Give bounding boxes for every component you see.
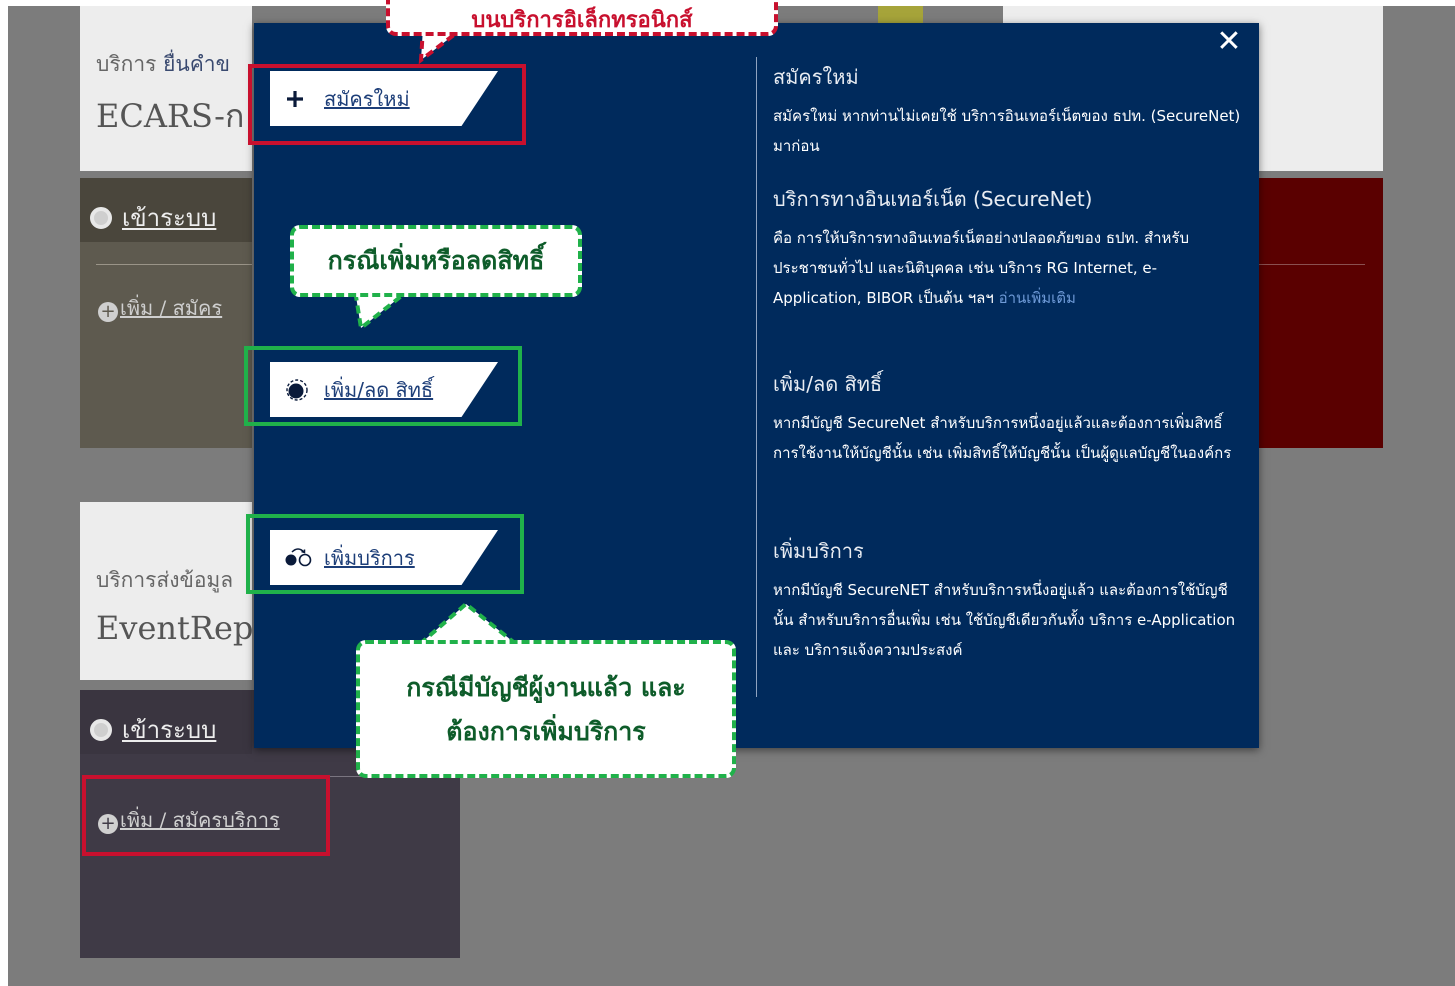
description-title: เพิ่มบริการ	[773, 539, 864, 563]
highlight-modify-rights	[244, 346, 522, 426]
card-subtitle-highlight: ยื่นคำข	[163, 52, 230, 76]
description-text: หากมีบัญชี SecureNET สำหรับบริการหนึ่งอย…	[773, 581, 1236, 659]
read-more-link[interactable]: อ่านเพิ่มเติม	[999, 289, 1076, 307]
callout-modify-rights: กรณีเพิ่มหรือลดสิทธิ์	[290, 225, 582, 297]
description-rights: เพิ่ม/ลด สิทธิ์ หากมีบัญชี SecureNet สำห…	[773, 368, 1243, 468]
description-securenet: บริการทางอินเทอร์เน็ต (SecureNet) คือ กา…	[773, 183, 1243, 313]
card-subtitle: บริการส่งข้อมูล	[96, 568, 234, 592]
service-card-eventreport: บริการส่งข้อมูล EventRep	[80, 502, 254, 680]
highlight-new-registration	[248, 64, 526, 145]
description-title: เพิ่ม/ลด สิทธิ์	[773, 372, 883, 396]
panel-header: เข้าระบบ	[80, 178, 252, 242]
divider	[1253, 264, 1365, 265]
login-link[interactable]: เข้าระบบ	[122, 716, 216, 744]
callout-line-1: กรณีมีบัญชีผู้งานแล้ว และ	[406, 673, 686, 702]
service-panel-ecars: เข้าระบบ + เพิ่ม / สมัคร	[80, 178, 252, 448]
description-title: บริการทางอินเทอร์เน็ต (SecureNet)	[773, 187, 1093, 211]
description-title: สมัครใหม่	[773, 65, 859, 89]
description-service: เพิ่มบริการ หากมีบัญชี SecureNET สำหรับบ…	[773, 535, 1243, 665]
login-link[interactable]: เข้าระบบ	[122, 204, 216, 232]
description-text: หากมีบัญชี SecureNet สำหรับบริการหนึ่งอย…	[773, 414, 1232, 462]
modal-divider	[756, 57, 757, 697]
callout-red: บนบริการอิเล็กทรอนิกส์	[386, 0, 778, 36]
description-new: สมัครใหม่ สมัครใหม่ หากท่านไม่เคยใช้ บริ…	[773, 61, 1243, 161]
plus-circle-icon: +	[98, 302, 118, 322]
service-card-ecars: บริการ ยื่นคำข ECARS-ก	[80, 6, 252, 171]
close-icon[interactable]: ✕	[1214, 27, 1244, 57]
radio-icon	[90, 207, 112, 229]
radio-icon	[90, 719, 112, 741]
highlight-add-service	[246, 514, 524, 594]
highlight-add-service-link	[82, 775, 330, 856]
callout-add-service: กรณีมีบัญชีผู้งานแล้ว และ ต้องการเพิ่มบร…	[356, 640, 736, 778]
callout-line-2: ต้องการเพิ่มบริการ	[446, 717, 646, 746]
add-service-label: เพิ่ม / สมัคร	[120, 296, 223, 320]
description-text: สมัครใหม่ หากท่านไม่เคยใช้ บริการอินเทอร…	[773, 107, 1241, 155]
service-panel-red	[1253, 178, 1383, 448]
panel-header: เข้าระบบ	[80, 690, 252, 754]
card-title: EventRep	[96, 609, 254, 647]
description-text: คือ การให้บริการทางอินเทอร์เน็ตอย่างปลอด…	[773, 229, 1190, 307]
divider	[96, 264, 252, 265]
card-subtitle: บริการ ยื่นคำข	[96, 52, 230, 76]
add-service-link[interactable]: + เพิ่ม / สมัคร	[98, 292, 222, 324]
card-title: ECARS-ก	[96, 97, 245, 135]
